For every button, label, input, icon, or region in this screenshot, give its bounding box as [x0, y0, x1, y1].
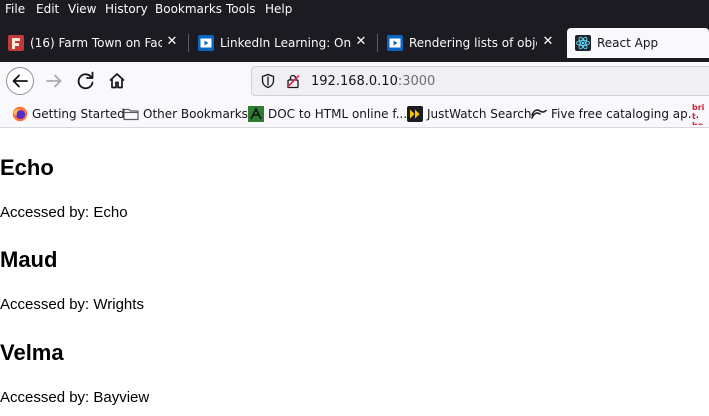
tab-divider: [377, 34, 378, 52]
firefox-icon: [12, 106, 28, 122]
tab-title: Rendering lists of object: [409, 36, 537, 50]
menu-tools[interactable]: Tools: [226, 2, 256, 17]
page-content: Echo Accessed by: Echo Maud Accessed by:…: [0, 128, 709, 416]
menu-edit[interactable]: Edit: [36, 2, 59, 17]
cataloging-icon: [531, 109, 547, 119]
justwatch-icon: [407, 106, 423, 122]
item-heading: Velma: [0, 340, 64, 365]
menu-help[interactable]: Help: [265, 2, 292, 17]
tab-rendering-lists[interactable]: Rendering lists of object ✕: [379, 28, 564, 58]
tab-title: LinkedIn Learning: Onlin: [220, 36, 351, 50]
tab-linkedin-learning[interactable]: LinkedIn Learning: Onlin ✕: [190, 28, 375, 58]
item-accessed-by: Accessed by: Bayview: [0, 389, 150, 406]
folder-icon: [123, 108, 139, 121]
bookmark-label: Other Bookmarks: [143, 107, 248, 121]
url-port: :3000: [397, 74, 436, 89]
shield-icon[interactable]: [260, 73, 276, 89]
react-favicon: [575, 35, 591, 51]
insecure-lock-icon[interactable]: [285, 73, 301, 89]
tab-farm-town[interactable]: (16) Farm Town on Facel ✕: [0, 28, 185, 58]
item-heading: Echo: [0, 155, 54, 180]
farmtown-favicon: [8, 35, 24, 51]
linkedin-learning-favicon: [198, 35, 214, 51]
bookmarks-toolbar: Getting Started Other Bookmarks DOC to H…: [0, 100, 709, 128]
tab-divider: [188, 34, 189, 52]
item-accessed-by: Accessed by: Echo: [0, 204, 128, 221]
forward-button[interactable]: [39, 66, 69, 96]
home-button[interactable]: [102, 66, 132, 96]
close-tab-icon[interactable]: ✕: [165, 35, 179, 49]
url-text: 192.168.0.10:3000: [311, 74, 435, 89]
close-tab-icon[interactable]: ✕: [354, 35, 368, 49]
menu-bookmarks[interactable]: Bookmarks: [155, 2, 222, 17]
tab-react-app[interactable]: React App: [567, 28, 709, 58]
url-host: 192.168.0.10: [311, 74, 398, 89]
menu-file[interactable]: File: [5, 2, 25, 17]
tab-title: React App: [597, 36, 659, 50]
tab-title: (16) Farm Town on Facel: [30, 36, 162, 50]
menu-history[interactable]: History: [105, 2, 148, 17]
reload-button[interactable]: [71, 66, 101, 96]
bookmark-label: JustWatch Search: [427, 107, 532, 121]
linkedin-learning-favicon: [387, 35, 403, 51]
bookmark-label: DOC to HTML online f...: [268, 107, 408, 121]
navigation-toolbar: 192.168.0.10:3000: [0, 62, 709, 100]
address-bar[interactable]: 192.168.0.10:3000: [251, 66, 709, 96]
back-button[interactable]: [5, 66, 35, 96]
tab-strip: (16) Farm Town on Facel ✕ LinkedIn Learn…: [0, 20, 709, 62]
doc-to-html-icon: [248, 106, 264, 122]
item-heading: Maud: [0, 247, 58, 272]
item-accessed-by: Accessed by: Wrights: [0, 296, 144, 313]
bookmark-label: Getting Started: [32, 107, 125, 121]
menu-view[interactable]: View: [68, 2, 96, 17]
menu-bar: File Edit View History Bookmarks Tools H…: [0, 0, 709, 20]
close-tab-icon[interactable]: ✕: [541, 35, 555, 49]
britbox-overflow-icon[interactable]: brit box: [690, 103, 708, 125]
bookmark-label: Five free cataloging ap...: [551, 107, 700, 121]
